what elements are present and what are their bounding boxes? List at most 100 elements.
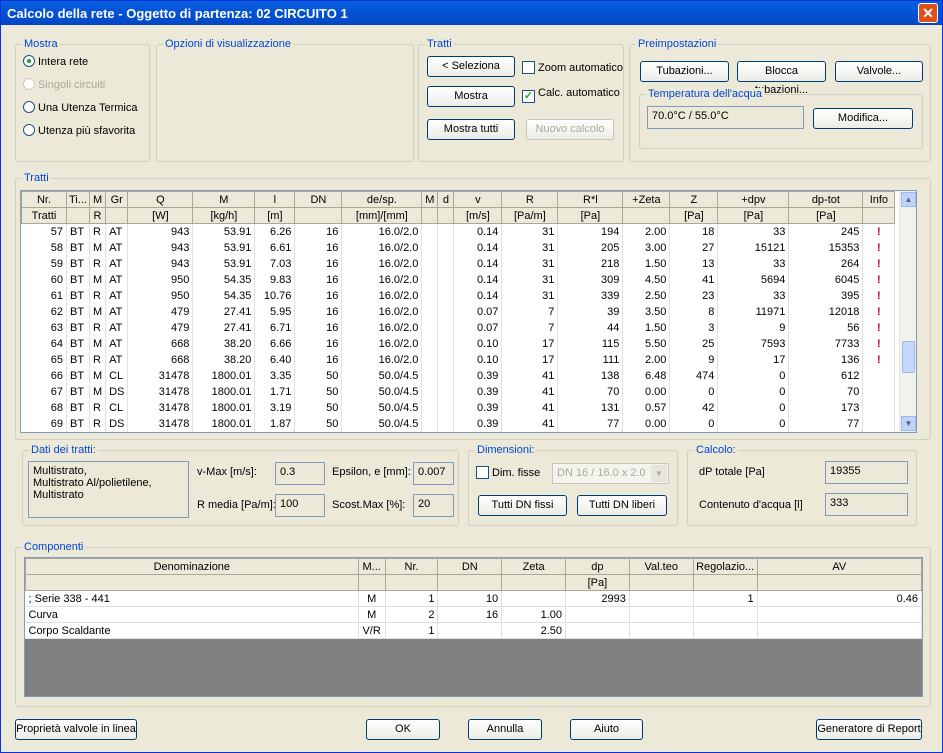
column-header[interactable] bbox=[437, 574, 503, 591]
column-header[interactable]: [kg/h] bbox=[192, 207, 256, 224]
column-header[interactable]: M bbox=[192, 191, 256, 208]
column-header[interactable]: M bbox=[421, 191, 439, 208]
column-header[interactable] bbox=[66, 207, 90, 224]
table-row[interactable]: 64 BT M AT 668 38.20 6.66 16 16.0/2.0 0.10 17 115 5.… bbox=[21, 335, 896, 352]
blocca-tubazioni-button[interactable]: Blocca tubazioni... bbox=[737, 61, 826, 96]
column-header[interactable]: [m/s] bbox=[453, 207, 503, 224]
column-header[interactable]: dp-tot bbox=[788, 191, 864, 208]
column-header[interactable]: [m] bbox=[254, 207, 296, 224]
mostra-tutti-button[interactable]: Mostra tutti bbox=[427, 119, 515, 140]
calc-automatico-checkbox[interactable]: ✓ Calc. automatico bbox=[522, 87, 620, 103]
table-row[interactable]: 58 BT M AT 943 53.91 6.61 16 16.0/2.0 0.14 31 205 3.… bbox=[21, 239, 896, 256]
column-header[interactable]: Denominazione bbox=[25, 558, 359, 575]
mostra-radio-2[interactable]: Una Utenza Termica bbox=[23, 101, 137, 114]
table-row[interactable]: 67 BT M DS 31478 1800.01 1.71 50 50.0/4.5 0.39 41 7… bbox=[21, 383, 896, 400]
column-header[interactable] bbox=[357, 574, 386, 591]
seleziona-button[interactable]: < Seleziona bbox=[427, 56, 515, 77]
column-header[interactable]: Q bbox=[127, 191, 194, 208]
annulla-button[interactable]: Annulla bbox=[468, 719, 542, 740]
tratti-scrollbar[interactable]: ▲ ▼ bbox=[899, 191, 916, 432]
column-header[interactable] bbox=[692, 574, 758, 591]
radio-dot[interactable] bbox=[23, 124, 35, 136]
column-header[interactable]: DN bbox=[294, 191, 343, 208]
table-row[interactable]: 68 BT R CL 31478 1800.01 3.19 50 50.0/4.5 0.39 41 1… bbox=[21, 399, 896, 416]
table-row[interactable]: 60 BT M AT 950 54.35 9.83 16 16.0/2.0 0.14 31 309 4.… bbox=[21, 271, 896, 288]
column-header[interactable]: DN bbox=[437, 558, 503, 575]
column-header[interactable]: Ti... bbox=[66, 191, 90, 208]
table-row[interactable]: Corpo Scaldante V/R 1 2.50 bbox=[25, 622, 922, 639]
column-header[interactable]: +dpv bbox=[717, 191, 790, 208]
column-header[interactable]: M bbox=[88, 191, 107, 208]
table-row[interactable]: 69 BT R DS 31478 1800.01 1.87 50 50.0/4.5 0.39 41 7… bbox=[21, 415, 896, 432]
column-header[interactable]: Nr. bbox=[384, 558, 439, 575]
column-header[interactable] bbox=[501, 574, 566, 591]
column-header[interactable]: [W] bbox=[127, 207, 194, 224]
column-header[interactable] bbox=[421, 207, 439, 224]
column-header[interactable]: Tratti bbox=[21, 207, 67, 224]
mostra-button[interactable]: Mostra bbox=[427, 86, 515, 107]
column-header[interactable]: R*l bbox=[557, 191, 624, 208]
column-header[interactable] bbox=[294, 207, 343, 224]
column-header[interactable]: [Pa/m] bbox=[501, 207, 559, 224]
dn-select[interactable]: DN 16 / 16.0 x 2.0 ▼ bbox=[552, 463, 669, 484]
column-header[interactable]: R bbox=[88, 207, 107, 224]
column-header[interactable]: [mm]/[mm] bbox=[341, 207, 423, 224]
column-header[interactable]: Zeta bbox=[501, 558, 566, 575]
column-header[interactable] bbox=[628, 574, 694, 591]
scroll-thumb[interactable] bbox=[902, 341, 915, 373]
generatore-report-button[interactable]: Generatore di Report bbox=[816, 719, 922, 740]
column-header[interactable] bbox=[622, 207, 671, 224]
column-header[interactable]: [Pa] bbox=[565, 574, 630, 591]
table-row[interactable]: 62 BT M AT 479 27.41 5.95 16 16.0/2.0 0.07 7 39 3.50… bbox=[21, 303, 896, 320]
tutti-dn-fissi-button[interactable]: Tutti DN fissi bbox=[478, 495, 567, 516]
chevron-down-icon[interactable]: ▼ bbox=[651, 465, 667, 482]
radio-dot[interactable] bbox=[23, 101, 35, 113]
table-row[interactable]: 66 BT M CL 31478 1800.01 3.35 50 50.0/4.5 0.39 41 1… bbox=[21, 367, 896, 384]
column-header[interactable] bbox=[25, 574, 359, 591]
dim-fisse-box[interactable] bbox=[476, 466, 489, 479]
mostra-radio-1[interactable]: Singoli circuiti bbox=[23, 78, 105, 91]
column-header[interactable] bbox=[437, 207, 455, 224]
zoom-automatico-checkbox[interactable]: Zoom automatico bbox=[522, 61, 623, 74]
column-header[interactable]: dp bbox=[565, 558, 630, 575]
column-header[interactable]: M... bbox=[357, 558, 386, 575]
column-header[interactable] bbox=[756, 574, 922, 591]
column-header[interactable]: [Pa] bbox=[669, 207, 719, 224]
column-header[interactable]: Info bbox=[862, 191, 896, 208]
table-row[interactable]: 57 BT R AT 943 53.91 6.26 16 16.0/2.0 0.14 31 194 2.… bbox=[21, 223, 896, 240]
radio-dot[interactable] bbox=[23, 78, 35, 90]
table-row[interactable]: 65 BT R AT 668 38.20 6.40 16 16.0/2.0 0.10 17 111 2.… bbox=[21, 351, 896, 368]
nuovo-calcolo-button[interactable]: Nuovo calcolo bbox=[526, 119, 614, 140]
column-header[interactable]: de/sp. bbox=[341, 191, 423, 208]
modifica-button[interactable]: Modifica... bbox=[813, 108, 913, 129]
close-icon[interactable]: ✕ bbox=[918, 3, 938, 23]
table-row[interactable]: ; Serie 338 - 441 M 1 10 2993 1 0.46 bbox=[25, 590, 922, 607]
column-header[interactable]: +Zeta bbox=[622, 191, 671, 208]
scroll-up-icon[interactable]: ▲ bbox=[901, 192, 916, 207]
zoom-checkbox-box[interactable] bbox=[522, 61, 535, 74]
column-header[interactable]: d bbox=[437, 191, 455, 208]
column-header[interactable]: l bbox=[254, 191, 296, 208]
column-header[interactable]: AV bbox=[756, 558, 922, 575]
mostra-radio-0[interactable]: Intera rete bbox=[23, 55, 88, 68]
table-row[interactable]: 63 BT R AT 479 27.41 6.71 16 16.0/2.0 0.07 7 44 1.50… bbox=[21, 319, 896, 336]
column-header[interactable]: [Pa] bbox=[788, 207, 864, 224]
column-header[interactable] bbox=[384, 574, 439, 591]
table-row[interactable]: 61 BT R AT 950 54.35 10.76 16 16.0/2.0 0.14 31 339 2… bbox=[21, 287, 896, 304]
valvole-button[interactable]: Valvole... bbox=[835, 61, 923, 82]
tubazioni-button[interactable]: Tubazioni... bbox=[640, 61, 729, 82]
table-row[interactable]: Curva M 2 16 1.00 bbox=[25, 606, 922, 623]
dim-fisse-checkbox[interactable]: Dim. fisse bbox=[476, 466, 540, 479]
column-header[interactable]: Val.teo bbox=[628, 558, 694, 575]
column-header[interactable] bbox=[862, 207, 896, 224]
column-header[interactable]: Gr bbox=[105, 191, 129, 208]
proprieta-valvole-button[interactable]: Proprietà valvole in linea bbox=[15, 719, 137, 740]
column-header[interactable]: v bbox=[453, 191, 503, 208]
ok-button[interactable]: OK bbox=[366, 719, 440, 740]
column-header[interactable]: [Pa] bbox=[717, 207, 790, 224]
column-header[interactable]: Nr. bbox=[21, 191, 67, 208]
radio-dot[interactable] bbox=[23, 55, 35, 67]
column-header[interactable]: Z bbox=[669, 191, 719, 208]
table-row[interactable]: 59 BT R AT 943 53.91 7.03 16 16.0/2.0 0.14 31 218 1.… bbox=[21, 255, 896, 272]
column-header[interactable] bbox=[105, 207, 129, 224]
